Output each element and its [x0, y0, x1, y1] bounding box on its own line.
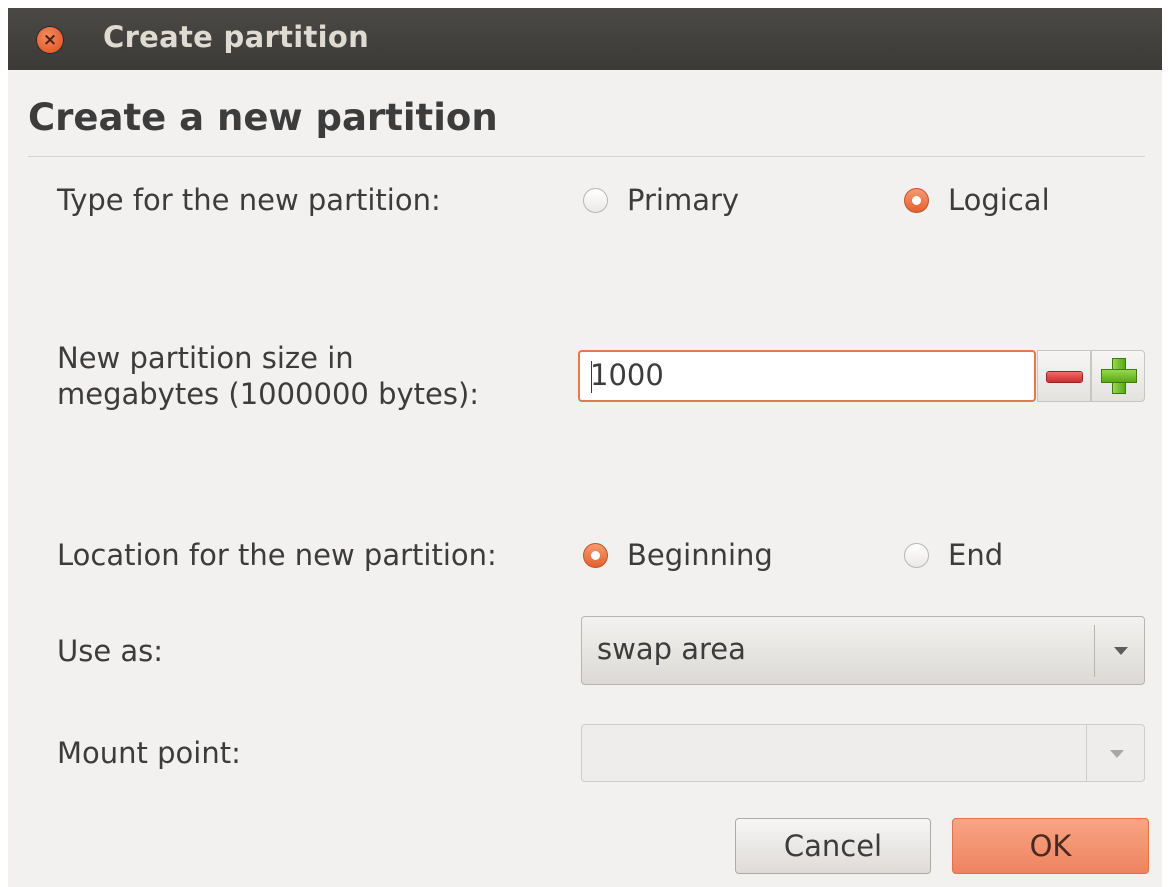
- radio-logical-label[interactable]: Logical: [948, 183, 1050, 217]
- plus-icon-horizontal: [1102, 370, 1136, 382]
- mount-point-label: Mount point:: [57, 736, 241, 770]
- close-icon: ×: [42, 30, 58, 50]
- radio-end[interactable]: End: [904, 537, 1003, 573]
- use-as-selected-value: swap area: [597, 632, 746, 666]
- close-button[interactable]: ×: [37, 27, 63, 53]
- radio-primary[interactable]: Primary: [583, 182, 739, 218]
- dropdown-separator: [1094, 625, 1095, 677]
- cancel-button[interactable]: Cancel: [735, 818, 931, 874]
- partition-location-label: Location for the new partition:: [57, 538, 497, 572]
- partition-size-label-line2: megabytes (1000000 bytes):: [57, 377, 480, 411]
- radio-primary-label[interactable]: Primary: [627, 183, 739, 217]
- dialog-heading: Create a new partition: [28, 96, 498, 139]
- use-as-dropdown[interactable]: swap area: [581, 616, 1145, 685]
- ok-button[interactable]: OK: [952, 818, 1149, 874]
- partition-size-input[interactable]: [580, 352, 1010, 398]
- radio-end-indicator[interactable]: [904, 542, 929, 568]
- chevron-down-icon[interactable]: [1114, 647, 1128, 655]
- radio-beginning-label[interactable]: Beginning: [627, 538, 773, 572]
- increase-size-button[interactable]: [1091, 350, 1145, 402]
- radio-primary-indicator[interactable]: [583, 187, 608, 213]
- mount-point-dropdown: [581, 724, 1145, 782]
- partition-size-label: New partition size in megabytes (1000000…: [57, 340, 479, 412]
- chevron-down-icon: [1110, 750, 1124, 758]
- dialog-window: × Create partition Create a new partitio…: [8, 8, 1162, 887]
- radio-end-label[interactable]: End: [948, 538, 1003, 572]
- radio-logical[interactable]: Logical: [904, 182, 1050, 218]
- partition-size-field[interactable]: [578, 350, 1036, 402]
- decrease-size-button[interactable]: [1037, 350, 1091, 402]
- radio-logical-indicator[interactable]: [904, 187, 929, 213]
- window-title: Create partition: [103, 20, 370, 54]
- title-bar: × Create partition: [8, 8, 1162, 70]
- text-cursor: [591, 361, 592, 393]
- partition-type-label: Type for the new partition:: [57, 183, 441, 217]
- radio-beginning-indicator[interactable]: [583, 542, 608, 568]
- heading-separator: [28, 156, 1145, 157]
- radio-beginning[interactable]: Beginning: [583, 537, 773, 573]
- partition-size-label-line1: New partition size in: [57, 341, 354, 375]
- minus-icon: [1047, 372, 1082, 382]
- dropdown-separator: [1086, 725, 1087, 781]
- use-as-label: Use as:: [57, 634, 164, 668]
